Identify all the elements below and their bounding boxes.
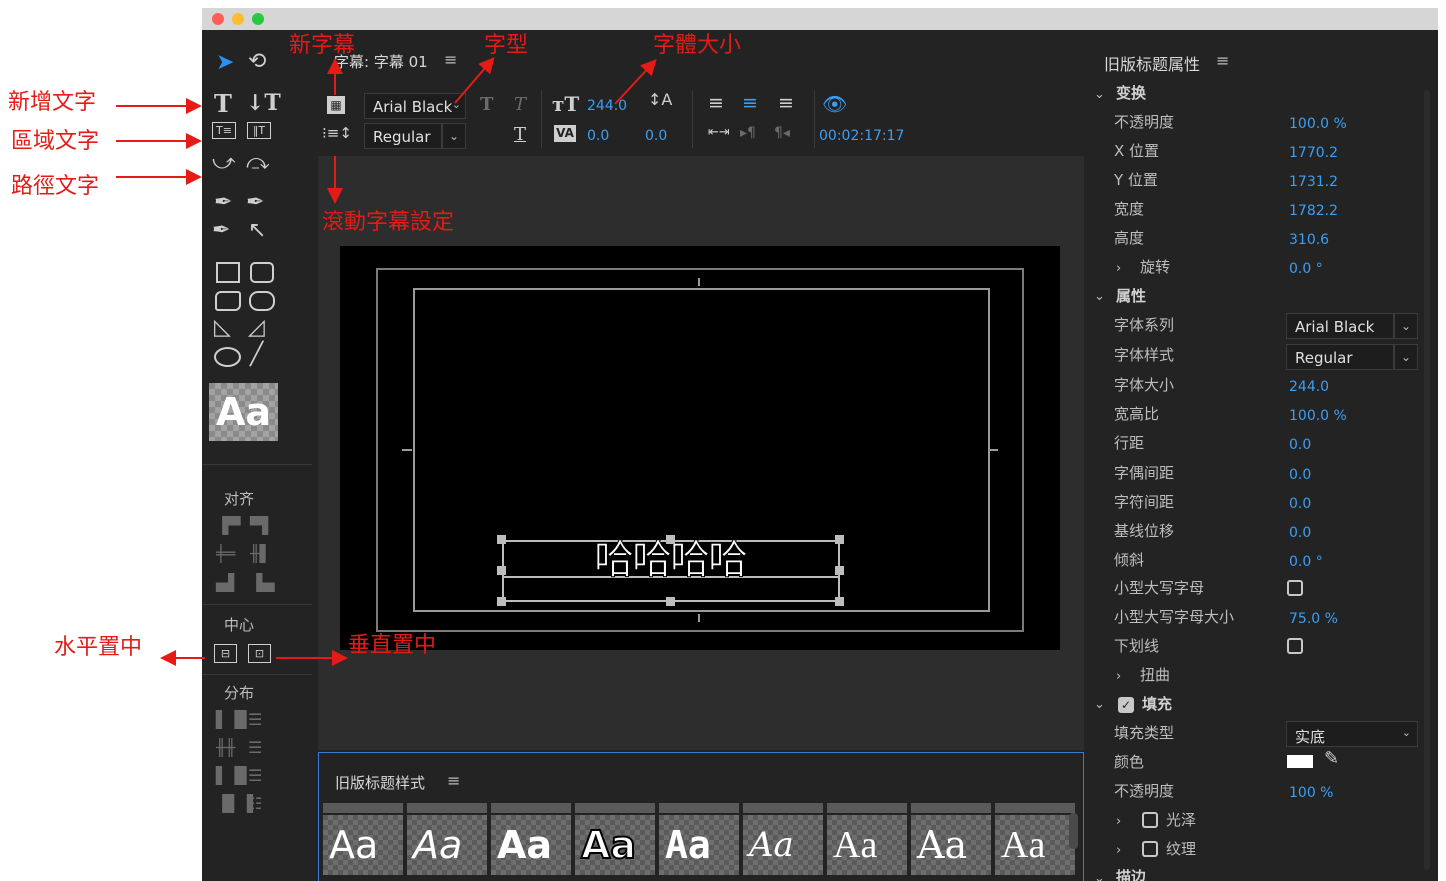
arrow-font xyxy=(454,56,495,104)
annotation-arrows xyxy=(116,56,657,666)
arrow-font-size xyxy=(614,59,657,105)
